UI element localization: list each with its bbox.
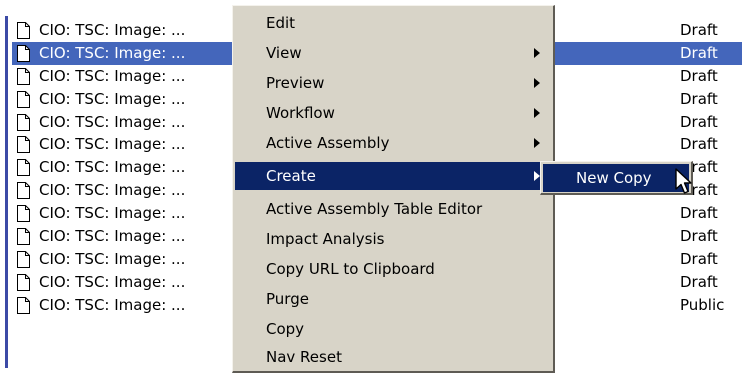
document-icon xyxy=(17,273,30,291)
list-left-border xyxy=(0,0,12,374)
menu-item-label: Copy URL to Clipboard xyxy=(266,260,435,278)
list-item-status: Draft xyxy=(680,43,718,62)
menu-item-label: View xyxy=(266,44,302,62)
submenu-arrow-icon xyxy=(534,138,540,148)
context-menu: Edit View Preview Workflow Active Assemb… xyxy=(232,5,555,373)
submenu-item-new-copy[interactable]: New Copy xyxy=(543,164,689,192)
list-item-status: Draft xyxy=(680,66,718,85)
list-item-name: CIO: TSC: Image: ... xyxy=(39,249,186,268)
list-item-name: CIO: TSC: Image: ... xyxy=(39,43,186,62)
list-item-status: Draft xyxy=(680,112,718,131)
menu-item-edit[interactable]: Edit xyxy=(235,9,552,37)
document-icon xyxy=(17,228,30,246)
menu-item-label: Active Assembly Table Editor xyxy=(266,200,483,218)
document-icon xyxy=(17,67,30,85)
menu-item-label: Preview xyxy=(266,74,325,92)
list-item-status: Draft xyxy=(680,135,718,154)
menu-item-nav-reset[interactable]: Nav Reset xyxy=(235,343,552,371)
submenu-arrow-icon xyxy=(534,48,540,58)
list-item-status: Draft xyxy=(680,89,718,108)
list-item-status: Draft xyxy=(680,204,718,223)
list-item-name: CIO: TSC: Image: ... xyxy=(39,21,186,39)
list-item-status: Draft xyxy=(680,227,718,246)
list-item-status: Public xyxy=(680,295,725,314)
document-icon xyxy=(17,159,30,177)
document-icon xyxy=(17,250,30,268)
document-icon xyxy=(17,90,30,108)
list-item-name: CIO: TSC: Image: ... xyxy=(39,112,186,131)
menu-item-copy[interactable]: Copy xyxy=(235,315,552,343)
list-item-name: CIO: TSC: Image: ... xyxy=(39,158,186,177)
list-item-name: CIO: TSC: Image: ... xyxy=(39,227,186,246)
menu-item-purge[interactable]: Purge xyxy=(235,285,552,313)
menu-item-label: Purge xyxy=(266,290,309,308)
menu-item-label: Edit xyxy=(266,14,296,32)
list-item-name: CIO: TSC: Image: ... xyxy=(39,89,186,108)
menu-item-preview[interactable]: Preview xyxy=(235,69,552,97)
menu-item-label: Active Assembly xyxy=(266,134,390,152)
menu-item-label: Copy xyxy=(266,320,305,338)
border-line xyxy=(5,16,8,368)
list-item-name: CIO: TSC: Image: ... xyxy=(39,66,186,85)
menu-item-impact-analysis[interactable]: Impact Analysis xyxy=(235,225,552,253)
document-icon xyxy=(17,136,30,154)
mouse-cursor-icon xyxy=(675,168,692,194)
submenu-arrow-icon xyxy=(534,108,540,118)
menu-item-label: Impact Analysis xyxy=(266,230,385,248)
list-item-name: CIO: TSC: Image: ... xyxy=(39,204,186,223)
list-item-status: Draft xyxy=(680,249,718,268)
list-item-name: CIO: TSC: Image: ... xyxy=(39,181,186,200)
list-item-name: CIO: TSC: Image: ... xyxy=(39,295,186,314)
menu-item-create[interactable]: Create xyxy=(235,162,552,190)
menu-item-label: Create xyxy=(266,167,316,185)
menu-item-active-assembly[interactable]: Active Assembly xyxy=(235,129,552,157)
document-icon xyxy=(17,296,30,314)
menu-item-workflow[interactable]: Workflow xyxy=(235,99,552,127)
document-icon xyxy=(17,182,30,200)
document-icon xyxy=(17,113,30,131)
document-icon xyxy=(17,44,30,62)
document-icon xyxy=(17,22,30,39)
submenu-item-label: New Copy xyxy=(576,169,652,187)
list-item-status: Draft xyxy=(680,272,718,291)
list-item-name: CIO: TSC: Image: ... xyxy=(39,135,186,154)
menu-item-copy-url[interactable]: Copy URL to Clipboard xyxy=(235,255,552,283)
menu-item-label: Nav Reset xyxy=(266,348,342,366)
list-item-name: CIO: TSC: Image: ... xyxy=(39,272,186,291)
menu-item-view[interactable]: View xyxy=(235,39,552,67)
submenu-arrow-icon xyxy=(534,78,540,88)
create-submenu: New Copy xyxy=(540,161,693,195)
menu-item-label: Workflow xyxy=(266,104,335,122)
menu-item-active-assembly-table-editor[interactable]: Active Assembly Table Editor xyxy=(235,195,552,223)
document-icon xyxy=(17,205,30,223)
list-item-status: Draft xyxy=(680,21,718,39)
